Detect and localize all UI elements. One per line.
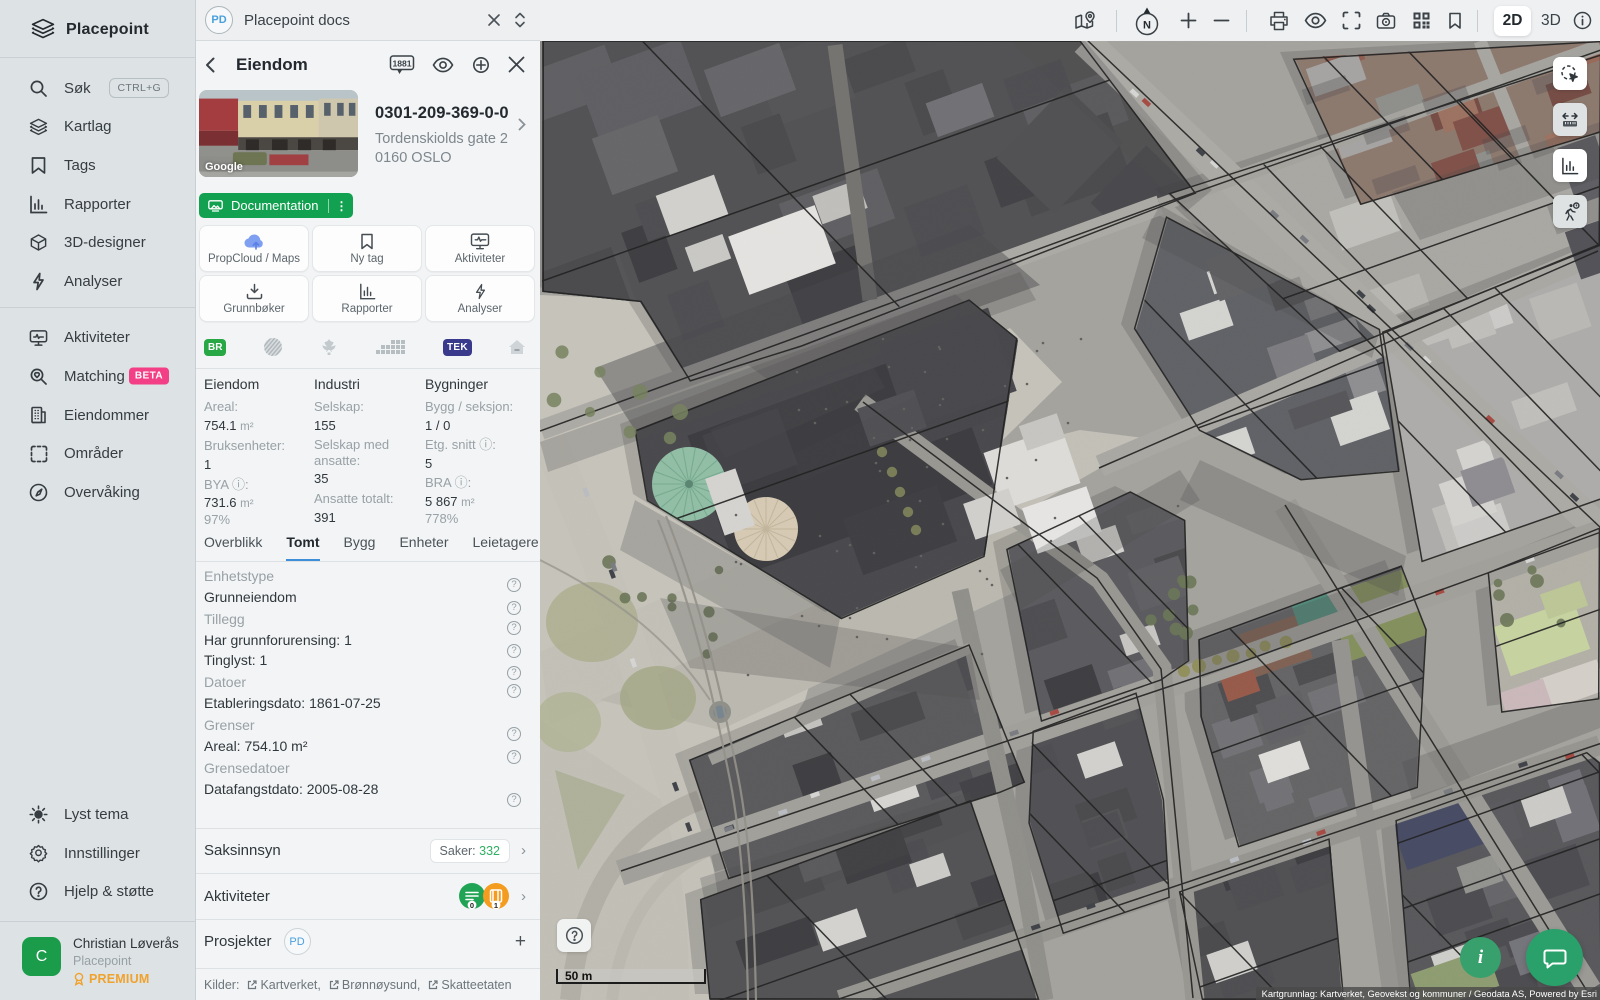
svg-text:1: 1 — [494, 901, 498, 910]
svg-text:N: N — [1143, 19, 1151, 31]
svg-text:1881: 1881 — [392, 58, 411, 68]
svg-text:0: 0 — [470, 901, 474, 910]
